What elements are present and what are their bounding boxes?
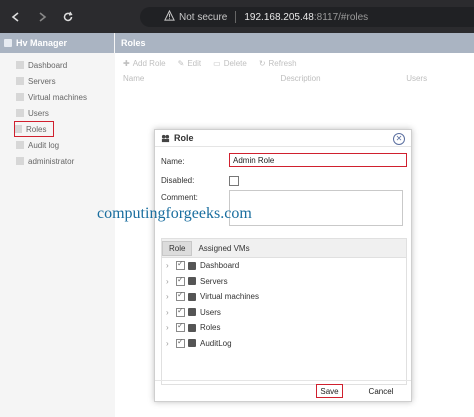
chevron-right-icon[interactable]: ›	[166, 261, 172, 270]
audit-log-icon	[188, 339, 196, 348]
administrator-icon	[16, 157, 24, 165]
comment-label: Comment:	[161, 193, 198, 202]
forward-icon[interactable]	[34, 9, 50, 25]
url-path: :8117/#roles	[313, 11, 369, 23]
logo-icon	[4, 39, 12, 47]
save-button[interactable]: Save	[316, 384, 343, 398]
tree-item-roles[interactable]: ›Roles	[162, 320, 406, 336]
column-name[interactable]: Name	[123, 74, 281, 83]
checkbox[interactable]	[176, 290, 185, 302]
dialog-title: Role	[155, 130, 411, 147]
warning-icon	[164, 9, 175, 24]
roles-icon	[188, 323, 196, 332]
add-role-button[interactable]: ✚ Add Role	[123, 59, 166, 68]
app-title: Hv Manager	[16, 38, 68, 48]
edit-icon: ✎	[177, 59, 185, 68]
close-icon[interactable]: ✕	[393, 133, 405, 145]
tree-item-auditlog[interactable]: ›AuditLog	[162, 336, 406, 352]
tree-item-dashboard[interactable]: ›Dashboard	[162, 258, 406, 274]
vm-icon	[188, 292, 196, 301]
sidebar-item-audit-log[interactable]: Audit log	[0, 137, 114, 153]
delete-icon: ▭	[213, 59, 221, 68]
tab-assigned-vms[interactable]: Assigned VMs	[192, 242, 255, 255]
sidebar-item-roles[interactable]: Roles	[14, 121, 54, 137]
user-icon	[16, 109, 24, 117]
column-description[interactable]: Description	[281, 74, 407, 83]
sidebar-item-virtual-machines[interactable]: Virtual machines	[0, 89, 114, 105]
dashboard-icon	[188, 261, 196, 270]
tree-item-virtual-machines[interactable]: ›Virtual machines	[162, 289, 406, 305]
checkbox[interactable]	[176, 321, 185, 333]
address-bar[interactable]: Not secure 192.168.205.48:8117/#roles	[140, 7, 474, 27]
left-pane: Hv Manager Dashboard Servers Virtual mac…	[0, 33, 114, 417]
name-label: Name:	[161, 157, 185, 166]
chevron-right-icon[interactable]: ›	[166, 292, 172, 301]
dialog-footer: Save Cancel	[155, 380, 411, 401]
refresh-icon: ↻	[258, 59, 266, 68]
watermark-text: computingforgeeks.com	[97, 205, 252, 222]
plus-icon: ✚	[123, 59, 130, 68]
table-header: Name Description Users	[115, 68, 474, 83]
column-users[interactable]: Users	[406, 74, 466, 83]
checkbox[interactable]	[176, 275, 185, 286]
disabled-checkbox[interactable]	[229, 176, 239, 186]
tab-role[interactable]: Role	[162, 240, 193, 256]
tree-item-users[interactable]: ›Users	[162, 305, 406, 321]
cancel-button[interactable]: Cancel	[363, 384, 399, 398]
name-field[interactable]	[229, 153, 407, 167]
role-icon	[161, 134, 170, 142]
sidebar-item-administrator[interactable]: administrator	[0, 153, 114, 169]
server-icon	[188, 277, 196, 286]
server-icon	[16, 77, 24, 85]
comment-field[interactable]	[229, 190, 403, 226]
left-header: Hv Manager	[0, 33, 114, 53]
security-label: Not secure	[179, 11, 228, 23]
delete-button[interactable]: ▭ Delete	[213, 59, 247, 68]
permissions-tree: ›Dashboard ›Servers ›Virtual machines ›U…	[161, 258, 407, 385]
vm-icon	[16, 93, 24, 101]
user-icon	[188, 308, 196, 317]
url-host: 192.168.205.48	[244, 11, 314, 23]
sidebar-item-users[interactable]: Users	[0, 105, 114, 121]
roles-icon	[14, 125, 22, 133]
audit-log-icon	[16, 141, 24, 149]
sidebar-item-servers[interactable]: Servers	[0, 73, 114, 89]
dialog-tabs: Role Assigned VMs	[161, 238, 407, 258]
checkbox[interactable]	[176, 259, 185, 271]
back-icon[interactable]	[8, 9, 24, 25]
chevron-right-icon[interactable]: ›	[166, 323, 172, 332]
checkbox[interactable]	[176, 306, 185, 317]
role-dialog: Role ✕ Name: Disabled: Comment: Role Ass…	[154, 129, 412, 402]
browser-toolbar: Not secure 192.168.205.48:8117/#roles	[0, 0, 474, 33]
sidebar-nav: Dashboard Servers Virtual machines Users…	[0, 53, 114, 169]
disabled-label: Disabled:	[161, 176, 195, 185]
chevron-right-icon[interactable]: ›	[166, 277, 172, 286]
chevron-right-icon[interactable]: ›	[166, 308, 172, 317]
refresh-button[interactable]: ↻ Refresh	[259, 59, 297, 68]
toolbar: ✚ Add Role ✎ Edit ▭ Delete ↻ Refresh	[115, 53, 474, 68]
dashboard-icon	[16, 61, 24, 69]
sidebar-item-dashboard[interactable]: Dashboard	[0, 57, 114, 73]
checkbox[interactable]	[176, 337, 185, 348]
chevron-right-icon[interactable]: ›	[166, 339, 172, 348]
tree-item-servers[interactable]: ›Servers	[162, 274, 406, 290]
main-title: Roles	[115, 33, 474, 53]
edit-button[interactable]: ✎ Edit	[178, 59, 202, 68]
reload-icon[interactable]	[60, 9, 76, 25]
divider	[235, 11, 237, 23]
